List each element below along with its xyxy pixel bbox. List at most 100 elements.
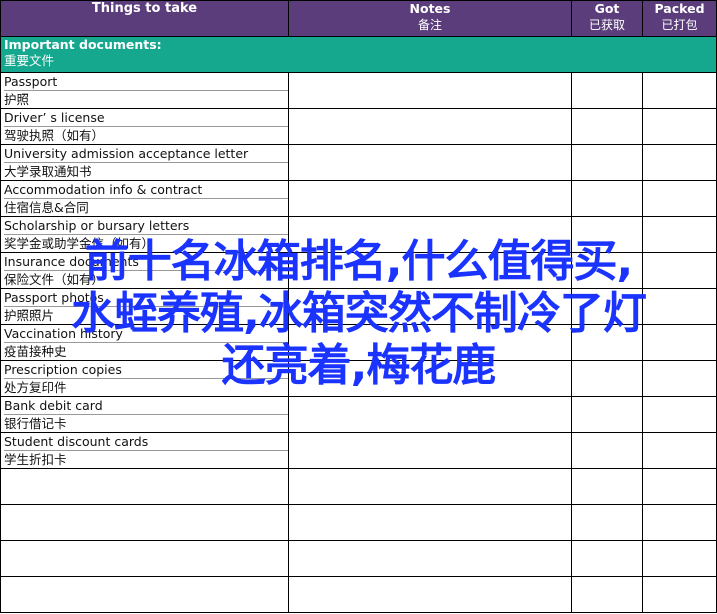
notes-cell[interactable] (288, 72, 572, 109)
table-row: University admission acceptance letter 大学… (0, 144, 717, 181)
table-row: Accommodation info & contract 住宿信息&合同 (0, 180, 717, 217)
notes-cell[interactable] (288, 216, 572, 253)
got-cell[interactable] (571, 360, 643, 397)
header-got-zh: 已获取 (588, 18, 625, 32)
item-label[interactable]: Driver’ s license 驾驶执照（如有） (0, 108, 289, 145)
table-row: Bank debit card 银行借记卡 (0, 396, 717, 433)
packed-cell[interactable] (642, 144, 717, 181)
got-cell[interactable] (571, 504, 643, 541)
item-label-zh: 银行借记卡 (4, 416, 67, 431)
item-label[interactable]: Passport 护照 (0, 72, 289, 109)
table-row: Prescription copies 处方复印件 (0, 360, 717, 397)
got-cell[interactable] (571, 288, 643, 325)
item-label[interactable]: Vaccination history 疫苗接种史 (0, 324, 289, 361)
item-label-zh: 护照照片 (4, 308, 55, 323)
table-row: Insurance documents 保险文件（如有） (0, 252, 717, 289)
packed-cell[interactable] (642, 576, 717, 613)
item-label[interactable]: Scholarship or bursary letters 奖学金或助学金信（如… (0, 216, 289, 253)
got-cell[interactable] (571, 144, 643, 181)
packed-cell[interactable] (642, 360, 717, 397)
notes-cell[interactable] (288, 252, 572, 289)
empty-row (0, 540, 717, 577)
got-cell[interactable] (571, 216, 643, 253)
packed-cell[interactable] (642, 180, 717, 217)
notes-cell[interactable] (288, 144, 572, 181)
header-notes: Notes 备注 (288, 0, 572, 37)
got-cell[interactable] (571, 576, 643, 613)
packed-cell[interactable] (642, 216, 717, 253)
got-cell[interactable] (571, 252, 643, 289)
item-label[interactable]: Insurance documents 保险文件（如有） (0, 252, 289, 289)
section-row: Important documents: 重要文件 (0, 36, 717, 73)
item-label[interactable]: University admission acceptance letter 大学… (0, 144, 289, 181)
notes-cell[interactable] (288, 396, 572, 433)
item-label[interactable]: Accommodation info & contract 住宿信息&合同 (0, 180, 289, 217)
notes-cell[interactable] (288, 504, 572, 541)
empty-row (0, 504, 717, 541)
header-notes-en: Notes (409, 1, 451, 17)
checklist-table: Things to take Notes 备注 Got 已获取 Packed 已打包 … (0, 0, 717, 613)
item-cell[interactable] (0, 468, 289, 505)
item-label-en: Accommodation info & contract (4, 182, 288, 199)
item-cell[interactable] (0, 504, 289, 541)
item-label-en: Student discount cards (4, 434, 288, 451)
notes-cell[interactable] (288, 180, 572, 217)
packed-cell[interactable] (642, 288, 717, 325)
notes-cell[interactable] (288, 432, 572, 469)
got-cell[interactable] (571, 540, 643, 577)
item-label-en: Passport (4, 74, 288, 91)
item-label-zh: 学生折扣卡 (4, 452, 67, 467)
notes-cell[interactable] (288, 360, 572, 397)
header-got: Got 已获取 (571, 0, 643, 37)
got-cell[interactable] (571, 396, 643, 433)
item-label-zh: 大学录取通知书 (4, 164, 92, 179)
got-cell[interactable] (571, 324, 643, 361)
packed-cell[interactable] (642, 108, 717, 145)
header-packed: Packed 已打包 (642, 0, 717, 37)
table-row: Student discount cards 学生折扣卡 (0, 432, 717, 469)
notes-cell[interactable] (288, 540, 572, 577)
got-cell[interactable] (571, 72, 643, 109)
item-cell[interactable] (0, 576, 289, 613)
notes-cell[interactable] (288, 468, 572, 505)
header-row: Things to take Notes 备注 Got 已获取 Packed 已打包 (0, 0, 717, 37)
item-label-zh: 疫苗接种史 (4, 344, 67, 359)
item-label[interactable]: Student discount cards 学生折扣卡 (0, 432, 289, 469)
packed-cell[interactable] (642, 396, 717, 433)
packed-cell[interactable] (642, 324, 717, 361)
table-row: Passport photos 护照照片 (0, 288, 717, 325)
notes-cell[interactable] (288, 288, 572, 325)
packed-cell[interactable] (642, 252, 717, 289)
notes-cell[interactable] (288, 576, 572, 613)
packed-cell[interactable] (642, 540, 717, 577)
header-things-to-take: Things to take (0, 0, 289, 37)
got-cell[interactable] (571, 432, 643, 469)
item-label[interactable]: Bank debit card 银行借记卡 (0, 396, 289, 433)
item-label-zh: 护照 (4, 92, 30, 107)
item-label-en: Vaccination history (4, 326, 288, 343)
item-cell[interactable] (0, 540, 289, 577)
packed-cell[interactable] (642, 72, 717, 109)
notes-cell[interactable] (288, 324, 572, 361)
notes-cell[interactable] (288, 108, 572, 145)
item-label-zh: 处方复印件 (4, 380, 67, 395)
got-cell[interactable] (571, 468, 643, 505)
item-label-en: Insurance documents (4, 254, 288, 271)
empty-row (0, 468, 717, 505)
got-cell[interactable] (571, 180, 643, 217)
item-label-en: Scholarship or bursary letters (4, 218, 288, 235)
packed-cell[interactable] (642, 504, 717, 541)
packed-cell[interactable] (642, 468, 717, 505)
item-label-en: Prescription copies (4, 362, 288, 379)
item-label-zh: 驾驶执照（如有） (4, 128, 105, 143)
item-label-zh: 奖学金或助学金信（如有） (4, 236, 155, 251)
item-label-zh: 住宿信息&合同 (4, 200, 89, 215)
header-packed-en: Packed (654, 1, 705, 17)
item-label-zh: 保险文件（如有） (4, 272, 105, 287)
item-label[interactable]: Passport photos 护照照片 (0, 288, 289, 325)
item-label-en: Bank debit card (4, 398, 288, 415)
item-label[interactable]: Prescription copies 处方复印件 (0, 360, 289, 397)
packed-cell[interactable] (642, 432, 717, 469)
got-cell[interactable] (571, 108, 643, 145)
item-label-en: Driver’ s license (4, 110, 288, 127)
